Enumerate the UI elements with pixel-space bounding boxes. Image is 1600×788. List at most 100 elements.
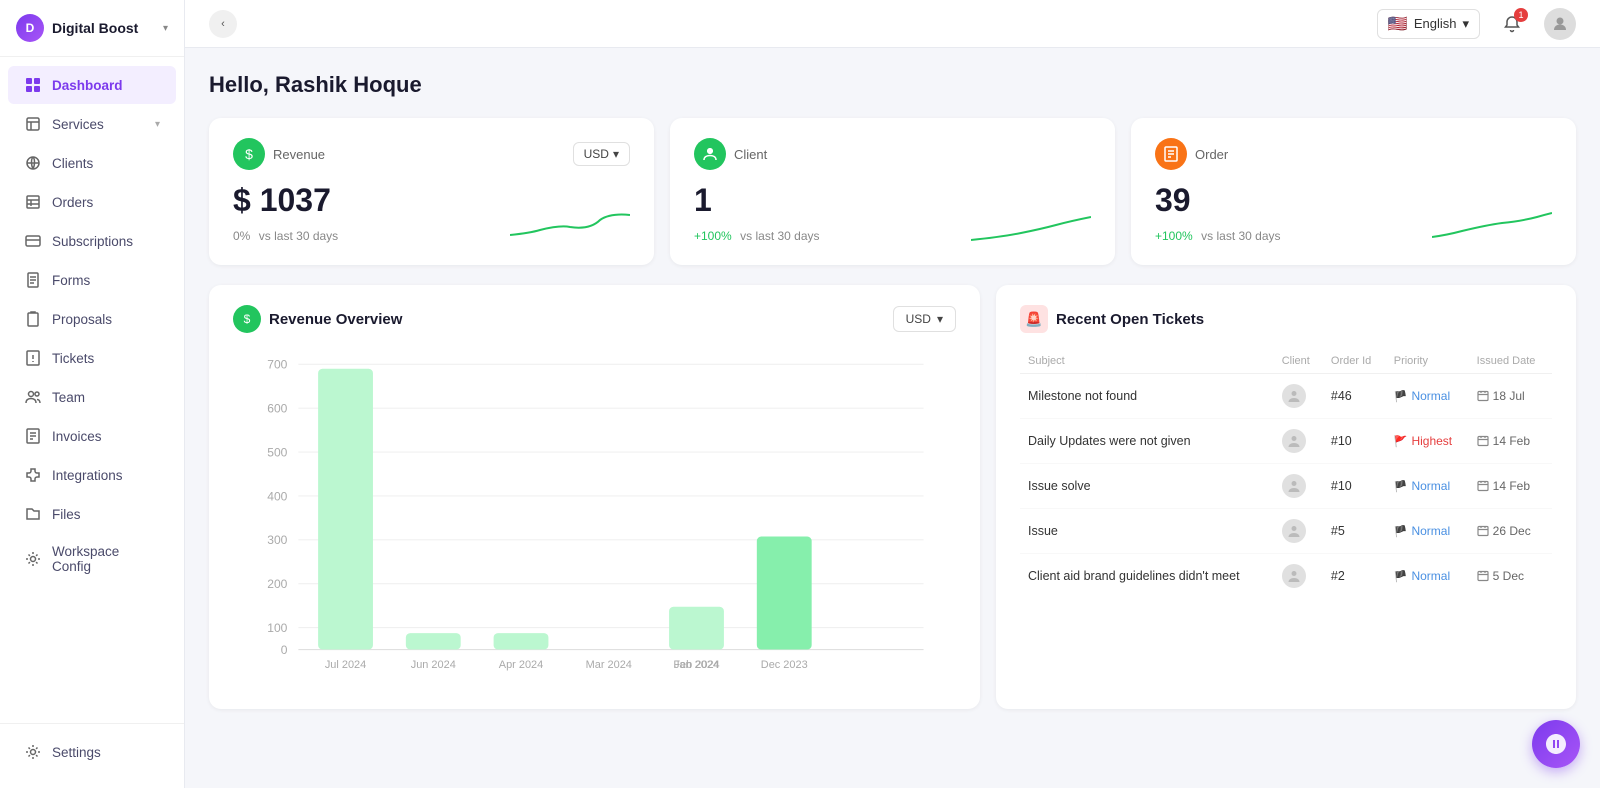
sidebar-item-invoices[interactable]: Invoices: [8, 417, 176, 455]
ticket-subject: Daily Updates were not given: [1020, 419, 1274, 464]
svg-text:Jul 2024: Jul 2024: [325, 659, 366, 671]
sidebar-nav: Dashboard Services ▾ Clients Orders: [0, 57, 184, 723]
stat-card-client: Client 1 +100% vs last 30 days: [670, 118, 1115, 265]
notification-button[interactable]: 1: [1496, 8, 1528, 40]
chevron-down-icon: ▾: [155, 119, 160, 130]
rev-currency-select[interactable]: USD ▾: [893, 306, 956, 332]
ticket-priority: 🏴 Normal: [1386, 374, 1469, 419]
logo-chevron-icon: ▾: [163, 23, 168, 34]
sidebar-item-subscriptions[interactable]: Subscriptions: [8, 222, 176, 260]
svg-text:500: 500: [267, 445, 287, 459]
language-selector[interactable]: 🇺🇸 English ▾: [1377, 9, 1480, 39]
ticket-client: [1274, 464, 1323, 509]
main-content: ‹ 🇺🇸 English ▾ 1 Hello, Rashik Hoque: [185, 0, 1600, 788]
client-value: 1: [694, 182, 820, 219]
rev-currency-value: USD: [906, 312, 931, 326]
gear-icon: [24, 550, 42, 568]
tickets-card: 🚨 Recent Open Tickets Subject Client Ord…: [996, 285, 1576, 709]
language-label: English: [1414, 16, 1457, 31]
client-avatar-icon: [1282, 384, 1306, 408]
tickets-table: Subject Client Order Id Priority Issued …: [1020, 349, 1552, 598]
ticket-priority: 🏴 Normal: [1386, 509, 1469, 554]
order-change-text: vs last 30 days: [1201, 229, 1280, 243]
client-icon: [694, 138, 726, 170]
table-row[interactable]: Client aid brand guidelines didn't meet …: [1020, 554, 1552, 599]
svg-text:Mar 2024: Mar 2024: [586, 659, 632, 671]
ticket-client: [1274, 374, 1323, 419]
ticket-date: 14 Feb: [1469, 419, 1552, 464]
table-row[interactable]: Daily Updates were not given #10 🚩 Highe…: [1020, 419, 1552, 464]
invoice-icon: [24, 427, 42, 445]
table-row[interactable]: Milestone not found #46 🏴 Normal 18 Jul: [1020, 374, 1552, 419]
sidebar-item-workspace[interactable]: Workspace Config: [8, 534, 176, 584]
sidebar-item-proposals[interactable]: Proposals: [8, 300, 176, 338]
tickets-title: Recent Open Tickets: [1056, 311, 1204, 328]
table-icon: [24, 193, 42, 211]
credit-icon: [24, 232, 42, 250]
svg-text:600: 600: [267, 402, 287, 416]
sidebar-label-tickets: Tickets: [52, 351, 94, 366]
client-avatar-icon: [1282, 429, 1306, 453]
ticket-client: [1274, 509, 1323, 554]
ticket-date: 26 Dec: [1469, 509, 1552, 554]
flag-icon: 🇺🇸: [1388, 14, 1408, 34]
table-row[interactable]: Issue solve #10 🏴 Normal 14 Feb: [1020, 464, 1552, 509]
collapse-icon: ‹: [221, 18, 225, 30]
sidebar-item-dashboard[interactable]: Dashboard: [8, 66, 176, 104]
ticket-subject: Client aid brand guidelines didn't meet: [1020, 554, 1274, 599]
sidebar-label-team: Team: [52, 390, 85, 405]
ticket-order-id: #46: [1323, 374, 1386, 419]
sidebar-item-integrations[interactable]: Integrations: [8, 456, 176, 494]
sidebar: D Digital Boost ▾ Dashboard Services ▾ C…: [0, 0, 185, 788]
revenue-bar-chart: 700 600 500 400 300 200 100 0: [233, 349, 956, 689]
ticket-date: 14 Feb: [1469, 464, 1552, 509]
sidebar-item-tickets[interactable]: Tickets: [8, 339, 176, 377]
page-greeting: Hello, Rashik Hoque: [209, 72, 1576, 98]
revenue-value: $ 1037: [233, 182, 338, 219]
sidebar-item-files[interactable]: Files: [8, 495, 176, 533]
sidebar-item-clients[interactable]: Clients: [8, 144, 176, 182]
bottom-grid: $ Revenue Overview USD ▾ 700 600 500: [209, 285, 1576, 709]
ticket-date: 18 Jul: [1469, 374, 1552, 419]
folder-icon: [24, 505, 42, 523]
ticket-order-id: #10: [1323, 464, 1386, 509]
sidebar-label-settings: Settings: [52, 745, 101, 760]
sidebar-label-clients: Clients: [52, 156, 93, 171]
sidebar-item-settings[interactable]: Settings: [8, 733, 176, 771]
client-sparkline: [971, 205, 1091, 245]
svg-text:Jan 2024: Jan 2024: [674, 659, 719, 671]
ticket-priority: 🚩 Highest: [1386, 419, 1469, 464]
bar-chart-svg: 700 600 500 400 300 200 100 0: [233, 349, 956, 689]
order-label: Order: [1195, 147, 1228, 162]
sidebar-item-forms[interactable]: Forms: [8, 261, 176, 299]
topbar-right: 🇺🇸 English ▾ 1: [1377, 8, 1576, 40]
ticket-order-id: #5: [1323, 509, 1386, 554]
tickets-icon: 🚨: [1020, 305, 1048, 333]
sidebar-item-orders[interactable]: Orders: [8, 183, 176, 221]
order-sparkline: [1432, 205, 1552, 245]
sidebar-bottom: Settings: [0, 723, 184, 788]
app-logo[interactable]: D Digital Boost ▾: [0, 0, 184, 57]
svg-text:Apr 2024: Apr 2024: [499, 659, 543, 671]
puzzle-icon: [24, 466, 42, 484]
col-subject: Subject: [1020, 349, 1274, 374]
sidebar-label-workspace: Workspace Config: [52, 544, 160, 574]
svg-text:100: 100: [267, 621, 287, 635]
priority-flag-icon: 🏴: [1394, 570, 1408, 583]
col-order-id: Order Id: [1323, 349, 1386, 374]
chat-bubble[interactable]: [1532, 720, 1580, 768]
sidebar-item-team[interactable]: Team: [8, 378, 176, 416]
ticket-priority: 🏴 Normal: [1386, 554, 1469, 599]
table-row[interactable]: Issue #5 🏴 Normal 26 Dec: [1020, 509, 1552, 554]
revenue-change: 0%: [233, 229, 250, 243]
currency-chevron-icon: ▾: [613, 147, 619, 161]
revenue-currency-select[interactable]: USD ▾: [573, 142, 630, 166]
ticket-client: [1274, 419, 1323, 464]
sidebar-item-services[interactable]: Services ▾: [8, 105, 176, 143]
svg-text:Dec 2023: Dec 2023: [761, 659, 808, 671]
stat-card-revenue: $ Revenue USD ▾ $ 1037 0% vs last 30 day…: [209, 118, 654, 265]
rev-title: Revenue Overview: [269, 311, 402, 328]
settings-icon: [24, 743, 42, 761]
user-avatar[interactable]: [1544, 8, 1576, 40]
collapse-button[interactable]: ‹: [209, 10, 237, 38]
